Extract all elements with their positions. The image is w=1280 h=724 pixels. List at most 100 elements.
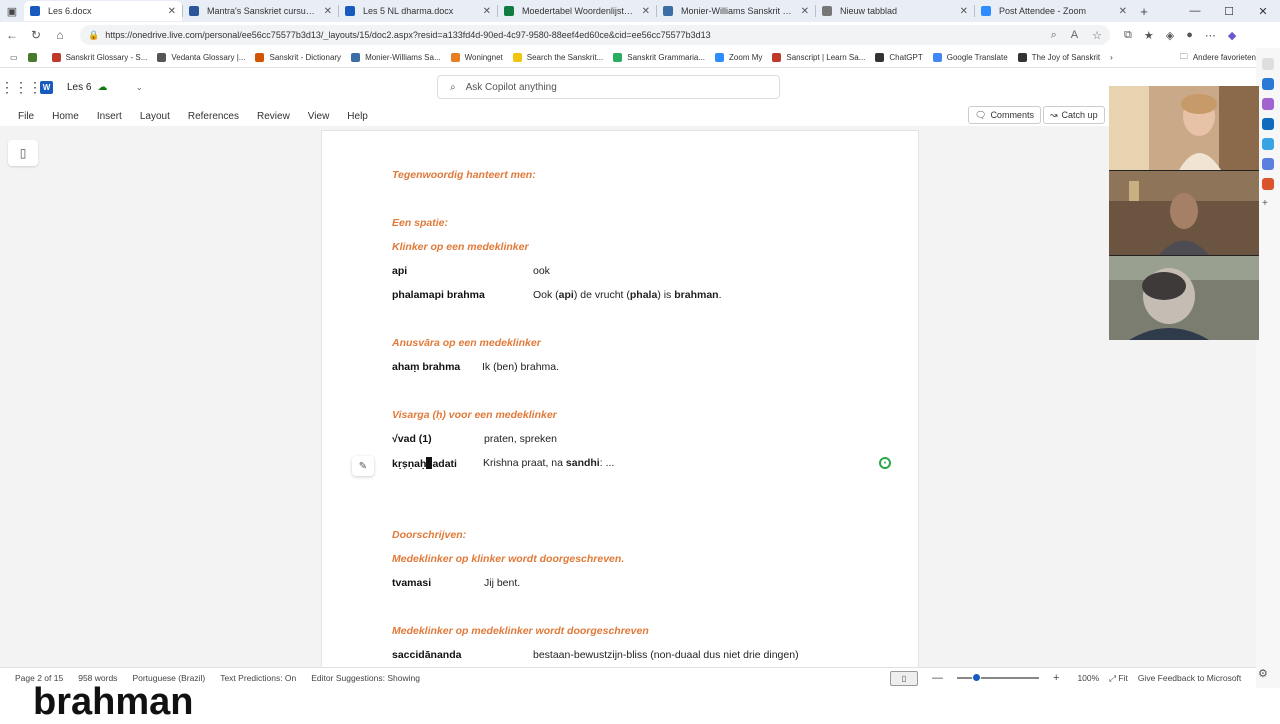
menu-file[interactable]: File	[18, 111, 34, 122]
tab-close-icon[interactable]: ✕	[324, 6, 332, 17]
menu-help[interactable]: Help	[347, 111, 368, 122]
tab-close-icon[interactable]: ✕	[642, 6, 650, 17]
menu-view[interactable]: View	[308, 111, 330, 122]
text-predictions[interactable]: Text Predictions: On	[220, 673, 296, 683]
bookmark-item[interactable]: Google Translate	[932, 53, 1008, 62]
refresh-icon[interactable]: ↻	[24, 28, 48, 42]
menu-review[interactable]: Review	[257, 111, 290, 122]
bookmark-item[interactable]: Zoom My	[715, 53, 762, 62]
maximize-icon[interactable]: ☐	[1212, 5, 1246, 18]
browser-tab[interactable]: Moedertabel Woordenlijsten San ✕	[498, 1, 656, 21]
sanskrit-term: kṛṣṇaḥ adati	[392, 457, 457, 470]
bookmark-item[interactable]: ChatGPT	[875, 53, 923, 62]
translation-part: ) de vrucht (	[573, 289, 630, 301]
bookmark-apps-icon[interactable]	[27, 53, 42, 62]
outlook-icon[interactable]	[1262, 118, 1274, 130]
participant-1-image	[1109, 86, 1259, 170]
tools-icon[interactable]	[1262, 98, 1274, 110]
gear-icon[interactable]: ⚙	[1258, 667, 1272, 681]
menu-home[interactable]: Home	[52, 111, 79, 122]
rewrite-pen-icon[interactable]: ✎	[352, 456, 374, 476]
participant-video-2[interactable]	[1109, 171, 1259, 255]
menu-references[interactable]: References	[188, 111, 239, 122]
bookmark-item[interactable]: Vedanta Glossary |...	[157, 53, 245, 62]
bookmark-label: Vedanta Glossary |...	[171, 53, 246, 62]
search-sidebar-icon[interactable]	[1262, 58, 1274, 70]
back-icon[interactable]: ←	[0, 28, 24, 42]
telegram-icon[interactable]	[1262, 138, 1274, 150]
address-bar[interactable]: 🔒 https://onedrive.live.com/personal/ee5…	[80, 25, 1110, 45]
browser-tab[interactable]: Nieuw tabblad ✕	[816, 1, 974, 21]
ribbon-menu: File Home Insert Layout References Review View…	[0, 106, 1108, 126]
bookmark-item[interactable]: Woningnet	[450, 53, 503, 62]
participant-video-3[interactable]	[1109, 256, 1259, 340]
tab-close-icon[interactable]: ✕	[1119, 6, 1127, 17]
browser-essentials-icon[interactable]: ◈	[1166, 29, 1174, 42]
fit-button[interactable]: ⤢ Fit	[1109, 673, 1128, 684]
participant-video-1[interactable]	[1109, 86, 1259, 170]
tab-close-icon[interactable]: ✕	[168, 6, 176, 17]
bookmark-favicon-icon	[772, 53, 782, 62]
new-tab-button[interactable]: +	[1133, 4, 1155, 19]
tab-favicon-icon	[663, 6, 673, 16]
shopping-icon[interactable]	[1262, 78, 1274, 90]
chevron-down-icon[interactable]: ⌄	[135, 82, 143, 93]
browser-tab[interactable]: Les 5 NL dharma.docx ✕	[339, 1, 497, 21]
bookmarks-toggle-icon[interactable]: ▭	[10, 53, 18, 62]
comment-presence-icon[interactable]: •	[879, 457, 891, 469]
profile-avatar-icon[interactable]: ●	[1186, 29, 1193, 42]
zoom-slider[interactable]	[957, 673, 1039, 682]
bookmark-item[interactable]: The Joy of Sanskrit	[1017, 53, 1100, 62]
bookmarks-more-icon[interactable]: ›	[1110, 53, 1113, 62]
other-favorites[interactable]: 🗀 Andere favorieten	[1180, 51, 1256, 65]
close-window-icon[interactable]: ✕	[1246, 5, 1280, 18]
add-sidebar-icon[interactable]: +	[1262, 198, 1274, 210]
office-icon[interactable]	[1262, 178, 1274, 190]
tab-actions-icon[interactable]: ▣	[0, 5, 24, 18]
document-page[interactable]: Tegenwoordig hanteert men: Een spatie: Kli…	[321, 130, 919, 667]
comment-icon: 🗨	[975, 109, 987, 120]
browser-tab[interactable]: Les 6.docx ✕	[24, 1, 182, 21]
feedback-link[interactable]: Give Feedback to Microsoft	[1138, 673, 1241, 683]
bookmark-favicon-icon	[255, 53, 265, 62]
read-aloud-icon[interactable]: A	[1071, 29, 1078, 42]
bookmark-item[interactable]: Monier-Williams Sa...	[351, 53, 441, 62]
tab-close-icon[interactable]: ✕	[801, 6, 809, 17]
tab-close-icon[interactable]: ✕	[483, 6, 491, 17]
tab-close-icon[interactable]: ✕	[960, 6, 968, 17]
print-layout-view-icon[interactable]: ▯	[890, 670, 918, 686]
menu-layout[interactable]: Layout	[140, 111, 170, 122]
home-icon[interactable]: ⌂	[48, 28, 72, 42]
translation-part: api	[558, 289, 574, 301]
navigation-pane-icon[interactable]: ▯	[8, 140, 38, 166]
minimize-icon[interactable]: —	[1178, 5, 1212, 18]
document-workspace: ▯ Tegenwoordig hanteert men: Een spatie: K…	[0, 126, 1256, 667]
zoom-in-button[interactable]: +	[1053, 672, 1059, 684]
favorites-icon[interactable]: ★	[1144, 29, 1154, 42]
browser-tab[interactable]: Monier-Williams Sanskrit Diction ✕	[657, 1, 815, 21]
browser-tab[interactable]: Post Attendee - Zoom ✕	[975, 1, 1133, 21]
menu-insert[interactable]: Insert	[97, 111, 122, 122]
zoom-page-icon[interactable]: ⌕	[1051, 29, 1057, 42]
zoom-slider-knob[interactable]	[972, 673, 982, 682]
favorite-star-icon[interactable]: ☆	[1092, 29, 1102, 42]
word-logo-icon[interactable]: W	[40, 80, 53, 94]
zoom-level[interactable]: 100%	[1077, 673, 1099, 683]
editor-suggestions[interactable]: Editor Suggestions: Showing	[311, 673, 420, 683]
bookmark-item[interactable]: Sanskrit Grammaria...	[613, 53, 705, 62]
bookmark-item[interactable]: Sanskrit Glossary - S...	[51, 53, 147, 62]
bookmark-item[interactable]: Sanskrit - Dictionary	[255, 53, 341, 62]
drop-icon[interactable]	[1262, 158, 1274, 170]
copilot-search-box[interactable]: ⌕ Ask Copilot anything	[437, 75, 780, 99]
copilot-icon[interactable]: ◆	[1228, 29, 1236, 42]
app-launcher-icon[interactable]: ⋮⋮⋮	[0, 79, 42, 96]
extensions-icon[interactable]: ⧉	[1124, 29, 1132, 42]
bookmark-item[interactable]: Sanscript | Learn Sa...	[772, 53, 865, 62]
catch-up-button[interactable]: ↝ Catch up	[1043, 106, 1105, 124]
zoom-out-button[interactable]: —	[932, 672, 943, 684]
doc-title[interactable]: Les 6	[67, 82, 91, 93]
browser-tab[interactable]: Mantra's Sanskriet cursus 1.docx ✕	[183, 1, 338, 21]
more-menu-icon[interactable]: ⋯	[1205, 29, 1216, 42]
bookmark-item[interactable]: Search the Sanskrit...	[512, 53, 603, 62]
comments-button[interactable]: 🗨 Comments	[968, 106, 1041, 124]
